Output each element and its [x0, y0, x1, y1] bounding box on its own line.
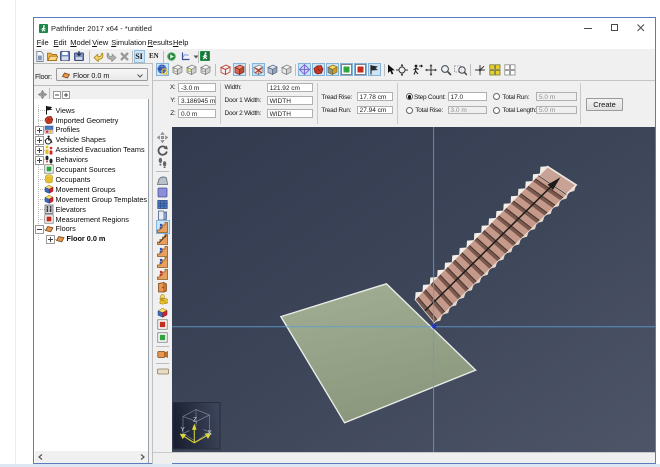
- svg-text:X: X: [208, 430, 213, 437]
- svg-text:Z: Z: [193, 417, 197, 424]
- svg-text:Y: Y: [181, 427, 186, 434]
